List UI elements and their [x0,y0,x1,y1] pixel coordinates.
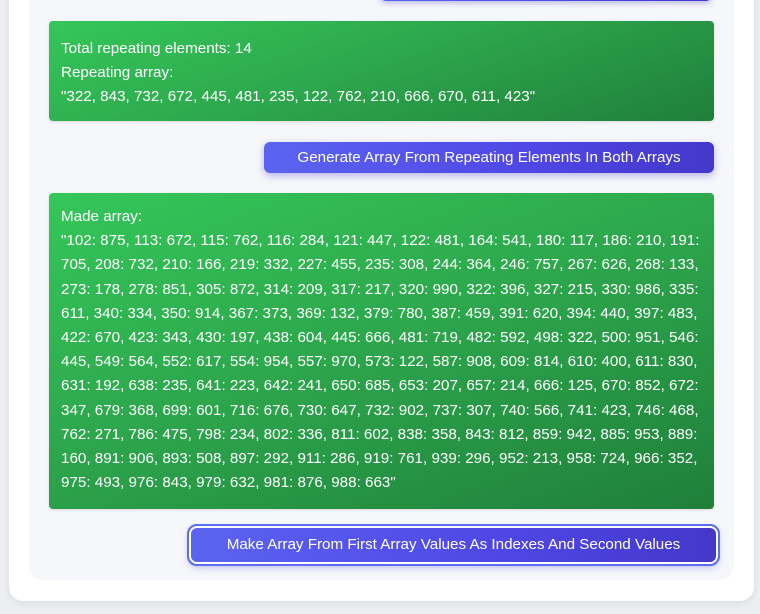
repeating-array-label: Repeating array: [61,64,174,82]
total-repeating-label: Total repeating elements: 14 [61,40,252,57]
repeating-array-value: "322, 843, 732, 672, 445, 481, 235, 122,… [61,88,536,106]
made-array-label: Made array: [61,208,143,225]
make-array-button[interactable]: Make Array From First Array Values As In… [187,524,720,566]
generate-array-button[interactable]: Generate Array From Repeating Elements I… [264,142,714,173]
made-array-value: "102: 875, 113: 672, 115: 762, 116: 284,… [61,232,700,492]
previous-action-button[interactable] [380,0,712,1]
repeating-elements-result: Total repeating elements: 14 Repeating a… [49,21,714,121]
made-array-result: Made array: "102: 875, 113: 672, 115: 76… [49,193,714,509]
